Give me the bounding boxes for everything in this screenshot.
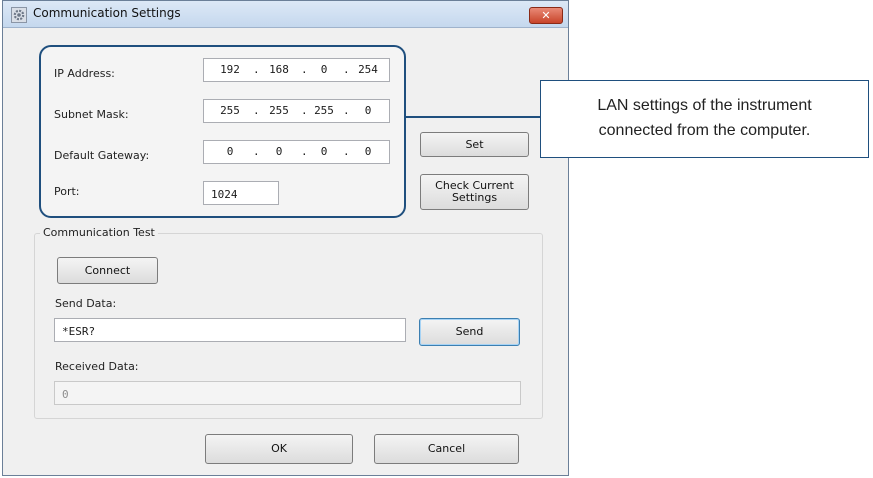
- close-button[interactable]: ✕: [529, 7, 563, 24]
- communication-test-title: Communication Test: [40, 226, 158, 239]
- callout-line-1: LAN settings of the instrument: [597, 97, 812, 114]
- default-gateway-label: Default Gateway:: [54, 149, 150, 162]
- subnet-mask-input[interactable]: 255 . 255 . 255 . 0: [203, 99, 390, 123]
- callout-connector-line: [405, 116, 541, 118]
- gear-icon: [11, 7, 27, 23]
- send-data-label: Send Data:: [55, 297, 117, 310]
- ip-address-input[interactable]: 192 . 168 . 0 . 254: [203, 58, 390, 82]
- default-gateway-octet-1: 0: [226, 145, 234, 158]
- subnet-mask-octet-4: 0: [364, 104, 372, 117]
- received-data-label: Received Data:: [55, 360, 139, 373]
- window-title: Communication Settings: [33, 6, 181, 20]
- send-button[interactable]: Send: [419, 318, 520, 346]
- lan-settings-callout: LAN settings of the instrument connected…: [540, 80, 869, 158]
- set-button[interactable]: Set: [420, 132, 529, 157]
- ip-address-octet-1: 192: [220, 63, 240, 76]
- check-current-settings-line-2: Settings: [451, 191, 498, 204]
- ip-address-label: IP Address:: [54, 67, 115, 80]
- port-input[interactable]: 1024: [203, 181, 279, 205]
- ok-button[interactable]: OK: [205, 434, 353, 464]
- default-gateway-octet-4: 0: [364, 145, 372, 158]
- send-data-input[interactable]: *ESR?: [54, 318, 406, 342]
- connect-button[interactable]: Connect: [57, 257, 158, 284]
- ip-address-octet-4: 254: [358, 63, 378, 76]
- ip-address-octet-2: 168: [269, 63, 289, 76]
- default-gateway-octet-3: 0: [320, 145, 328, 158]
- default-gateway-octet-2: 0: [275, 145, 283, 158]
- port-label: Port:: [54, 185, 80, 198]
- check-current-settings-button[interactable]: Check Current Settings: [420, 174, 529, 210]
- subnet-mask-label: Subnet Mask:: [54, 108, 129, 121]
- subnet-mask-octet-1: 255: [220, 104, 240, 117]
- subnet-mask-octet-3: 255: [314, 104, 334, 117]
- cancel-button[interactable]: Cancel: [374, 434, 519, 464]
- callout-line-2: connected from the computer.: [598, 122, 811, 139]
- ip-address-octet-3: 0: [320, 63, 328, 76]
- title-bar: Communication Settings ✕: [3, 1, 568, 28]
- default-gateway-input[interactable]: 0 . 0 . 0 . 0: [203, 140, 390, 164]
- received-data-output: 0: [54, 381, 521, 405]
- subnet-mask-octet-2: 255: [269, 104, 289, 117]
